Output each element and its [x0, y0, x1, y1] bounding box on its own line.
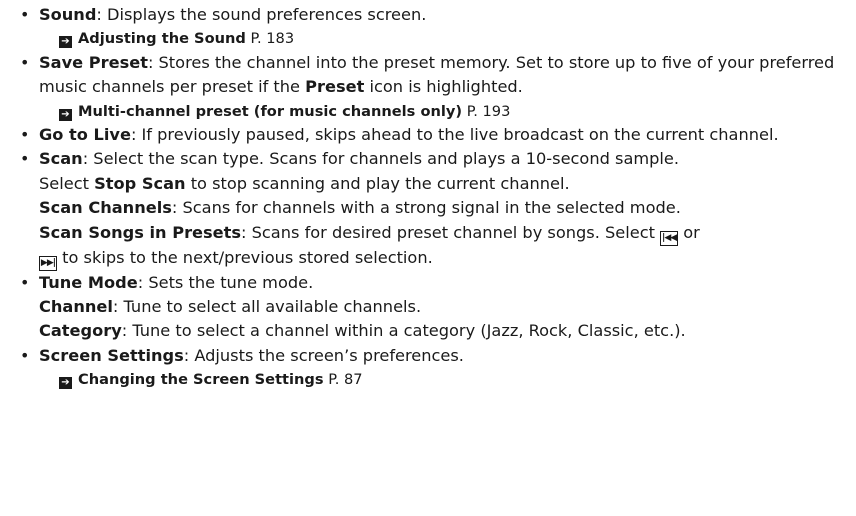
or-text: or: [678, 222, 700, 242]
term-save-preset: Save Preset: [39, 52, 148, 72]
preset-label: Preset: [305, 77, 365, 97]
list-item-screen-settings: • Screen Settings: Adjusts the screen’s …: [20, 344, 850, 392]
tune-category-line: Category: Tune to select a channel withi…: [39, 319, 850, 343]
xref-adjusting-sound[interactable]: ➔ Adjusting the Sound P. 183: [39, 27, 850, 50]
term-category: Category: [39, 321, 122, 341]
list-item-go-to-live: • Go to Live: If previously paused, skip…: [20, 123, 850, 147]
term-go-to-live: Go to Live: [39, 125, 131, 145]
manual-page: • Sound: Displays the sound preferences …: [20, 3, 850, 392]
term-scan-songs: Scan Songs in Presets: [39, 222, 242, 242]
xref-page[interactable]: P. 183: [250, 30, 294, 47]
xref-arrow-icon: ➔: [59, 377, 72, 390]
desc-sound: : Displays the sound preferences screen.: [96, 5, 427, 24]
bullet: •: [20, 5, 30, 24]
list-item-tune-mode: • Tune Mode: Sets the tune mode. Channel…: [20, 271, 850, 344]
term-channel: Channel: [39, 297, 113, 317]
desc-scan-songs-end: to skips to the next/previous stored sel…: [57, 247, 433, 267]
scan-songs-line: Scan Songs in Presets: Scans for desired…: [39, 221, 850, 246]
desc-tune-mode: : Sets the tune mode.: [137, 272, 314, 292]
bullet: •: [20, 52, 30, 72]
xref-screen-settings[interactable]: ➔ Changing the Screen Settings P. 87: [39, 368, 850, 391]
scan-line-2-b: to stop scanning and play the current ch…: [185, 173, 570, 193]
bullet: •: [20, 125, 30, 145]
desc-go-to-live: : If previously paused, skips ahead to t…: [130, 125, 779, 145]
desc-scan-songs: : Scans for desired preset channel by so…: [241, 222, 661, 242]
desc-screen-settings: : Adjusts the screen’s preferences.: [183, 345, 464, 365]
bullet: •: [20, 272, 30, 292]
scan-songs-line-2: ▶▶| to skips to the next/previous stored…: [39, 246, 850, 271]
scan-channels-line: Scan Channels: Scans for channels with a…: [39, 196, 850, 220]
scan-line-2-a: Select: [39, 173, 95, 193]
term-scan-channels: Scan Channels: [39, 198, 172, 218]
stop-scan-label: Stop Scan: [94, 173, 186, 193]
bullet: •: [20, 345, 30, 365]
xref-arrow-icon: ➔: [59, 108, 72, 121]
list-item-scan: • Scan: Select the scan type. Scans for …: [20, 147, 850, 271]
term-screen-settings: Screen Settings: [39, 345, 184, 365]
desc-category: : Tune to select a channel within a cate…: [121, 321, 686, 341]
xref-multi-channel-preset[interactable]: ➔ Multi-channel preset (for music channel…: [39, 100, 850, 123]
term-tune-mode: Tune Mode: [39, 272, 138, 292]
desc-channel: : Tune to select all available channels.: [112, 297, 422, 317]
xref-title[interactable]: Adjusting the Sound: [78, 30, 246, 47]
xref-title[interactable]: Changing the Screen Settings: [78, 371, 324, 388]
xref-arrow-icon: ➔: [59, 36, 72, 49]
tune-channel-line: Channel: Tune to select all available ch…: [39, 295, 850, 319]
list-item-save-preset: • Save Preset: Stores the channel into t…: [20, 51, 850, 123]
term-scan: Scan: [39, 149, 83, 169]
term-sound: Sound: [39, 5, 97, 24]
skip-forward-icon: ▶▶|: [39, 255, 57, 271]
scan-line-2: Select Stop Scan to stop scanning and pl…: [39, 172, 850, 196]
xref-page[interactable]: P. 193: [467, 103, 511, 120]
bullet: •: [20, 149, 30, 169]
desc-scan: : Select the scan type. Scans for channe…: [82, 149, 680, 169]
desc-scan-channels: : Scans for channels with a strong signa…: [171, 198, 681, 218]
xref-page[interactable]: P. 87: [328, 371, 362, 388]
desc-save-preset-b: icon is highlighted.: [364, 77, 523, 97]
xref-title[interactable]: Multi-channel preset (for music channels…: [78, 103, 462, 120]
skip-back-icon: |◀◀: [660, 230, 679, 246]
list-item-sound: • Sound: Displays the sound preferences …: [20, 3, 850, 51]
